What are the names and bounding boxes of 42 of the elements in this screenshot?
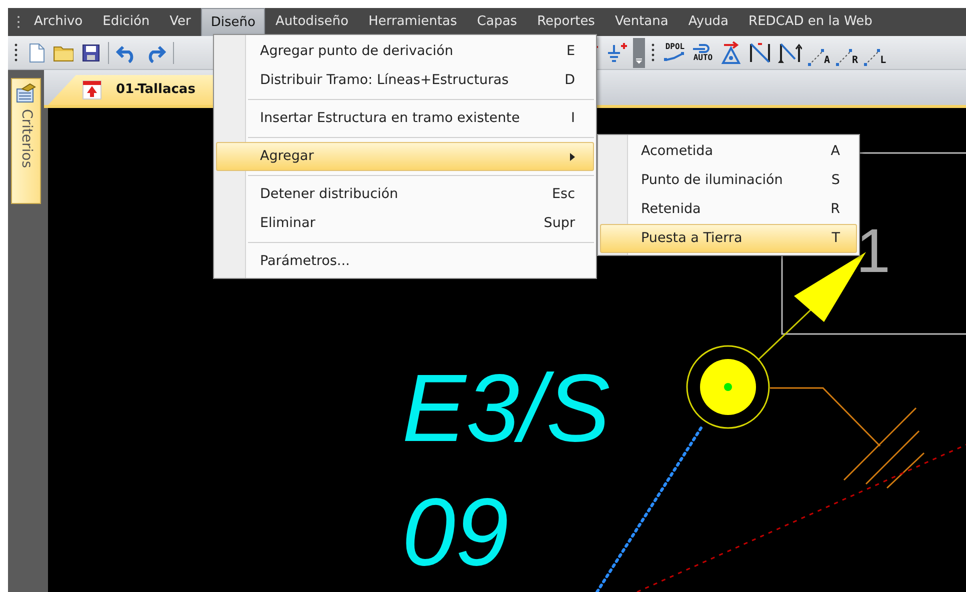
- dotted-span-icon: [808, 48, 824, 66]
- dpol-tool-button[interactable]: DPOL: [661, 40, 689, 66]
- toolbar-grip-icon[interactable]: [651, 42, 655, 62]
- dotted-span-icon: [836, 48, 852, 66]
- menu-bar-item[interactable]: Herramientas: [358, 8, 468, 36]
- side-panel-tab[interactable]: Criterios: [11, 78, 41, 204]
- document-icon: [82, 80, 102, 100]
- span-tool-button[interactable]: L: [861, 40, 890, 66]
- toolbar-grip-icon[interactable]: [14, 42, 18, 62]
- menu-bar-item[interactable]: Ayuda: [678, 8, 739, 36]
- menu-item[interactable]: Retenida R: [600, 195, 857, 224]
- menu-bar-item[interactable]: Archivo: [24, 8, 93, 36]
- menu-bar-item[interactable]: Ventana: [604, 8, 678, 36]
- structure-label: E3/S: [402, 355, 610, 462]
- menu-item[interactable]: Acometida A: [600, 137, 857, 166]
- dotted-span-icon: [864, 48, 880, 66]
- polyline-icon: [664, 52, 686, 62]
- criteria-icon: [16, 83, 36, 103]
- menu-item[interactable]: Agregar punto de derivación E: [216, 37, 594, 66]
- menu-bar-item[interactable]: Reportes: [527, 8, 605, 36]
- menu-item[interactable]: Parámetros...: [216, 247, 594, 276]
- span-tool-button[interactable]: R: [833, 40, 862, 66]
- span-tool-button[interactable]: A: [805, 40, 834, 66]
- menu-item[interactable]: Agregar: [216, 142, 594, 171]
- menu-bar-item[interactable]: Capas: [467, 8, 528, 36]
- grip-icon[interactable]: [16, 15, 20, 29]
- menu-bar-item[interactable]: REDCAD en la Web: [738, 8, 882, 36]
- menu-item[interactable]: Insertar Estructura en tramo existente I: [216, 104, 594, 133]
- menu-bar-item[interactable]: Edición: [92, 8, 160, 36]
- menu-item[interactable]: Detener distribución Esc: [216, 180, 594, 209]
- toolbar-dropdown-icon[interactable]: [633, 38, 645, 68]
- side-panel-title: Criterios: [18, 109, 36, 168]
- auto-tool-button[interactable]: AUTO: [689, 40, 717, 66]
- menu-bar-item[interactable]: Autodiseño: [265, 8, 358, 36]
- structure-label: 09: [402, 479, 509, 586]
- menu-item[interactable]: Eliminar Supr: [216, 209, 594, 238]
- menu-bar-item[interactable]: Diseño: [200, 8, 266, 36]
- menu-item[interactable]: Punto de iluminación S: [600, 166, 857, 195]
- menu-item[interactable]: Puesta a Tierra T: [600, 224, 857, 253]
- submenu-arrow-icon: [570, 152, 575, 160]
- box-label: 1: [856, 217, 890, 286]
- menu-bar-item[interactable]: Ver: [160, 8, 201, 36]
